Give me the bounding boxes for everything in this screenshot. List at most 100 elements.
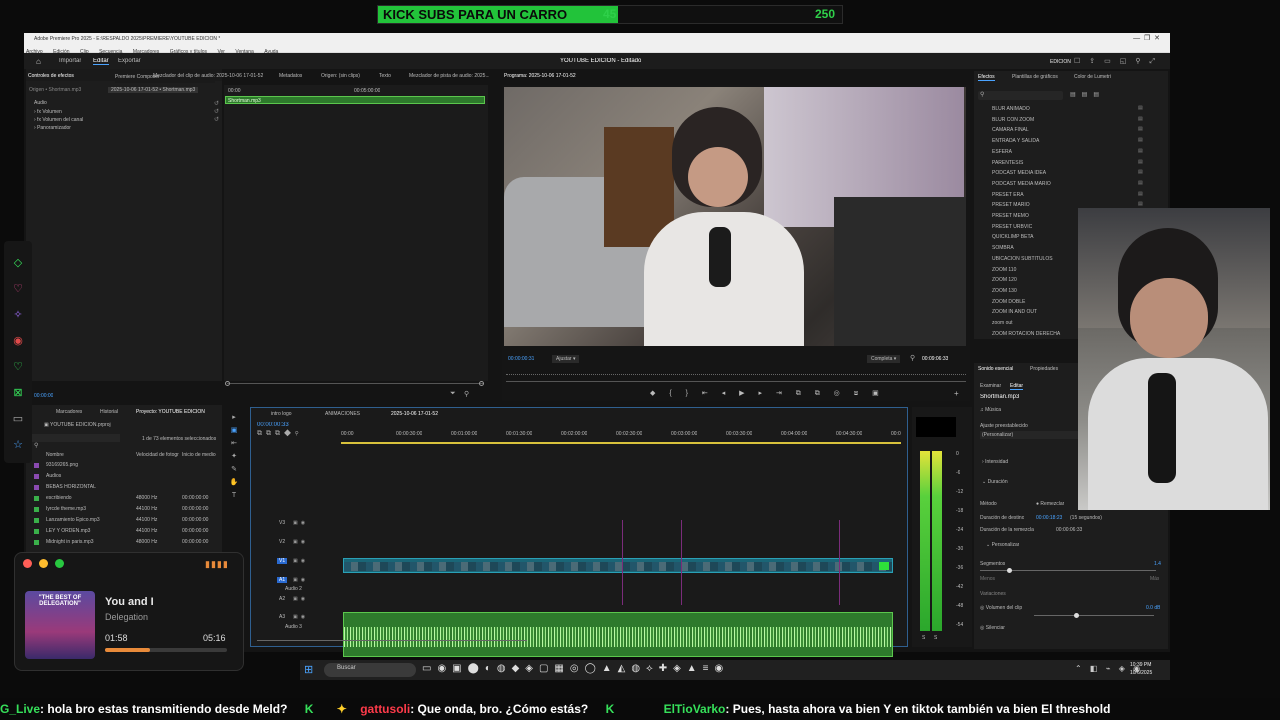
fit-dropdown[interactable]: Ajustar ▾ bbox=[552, 355, 580, 363]
track-toggle-icons[interactable]: ▣◉ bbox=[293, 558, 308, 564]
nav-import[interactable]: Importar bbox=[59, 58, 81, 64]
timeline-scrollbar[interactable] bbox=[257, 640, 527, 641]
col-fps[interactable]: Velocidad de fotogr bbox=[136, 452, 179, 458]
track-v2[interactable]: V2 bbox=[277, 539, 287, 545]
taskbar-search[interactable]: Buscar bbox=[324, 663, 416, 677]
fx-panner[interactable]: › Panoramizador bbox=[34, 125, 71, 131]
workspace-label[interactable]: EDICIÓN bbox=[1050, 59, 1071, 65]
solo-left[interactable]: S bbox=[922, 635, 925, 641]
table-row[interactable]: escribiendo 48000 Hz 00:00:00:00 bbox=[34, 494, 218, 504]
label-color-swatch[interactable] bbox=[34, 507, 39, 512]
audio-clip-bar[interactable]: Shortman.mp3 bbox=[225, 96, 485, 104]
target-value[interactable]: 00:00:18:23 bbox=[1036, 515, 1062, 521]
section-duration[interactable]: ⌄ Duración bbox=[982, 479, 1008, 485]
section-intensity[interactable]: › Intensidad bbox=[982, 459, 1008, 465]
method-remix[interactable]: ● Remezclar bbox=[1036, 501, 1064, 507]
preset-dropdown[interactable]: (Personalizar) bbox=[980, 431, 1080, 439]
filter-icon[interactable]: ⏷ bbox=[450, 390, 456, 398]
progress-bar[interactable] bbox=[105, 648, 227, 652]
table-row[interactable]: Audios bbox=[34, 472, 218, 482]
fx-channel-volume[interactable]: › fx Volumen del canal bbox=[34, 117, 83, 123]
clip-volume[interactable]: ◎ Volumen del clip bbox=[980, 605, 1022, 611]
table-row[interactable]: 93169265.png bbox=[34, 461, 218, 471]
track-v3[interactable]: V3 bbox=[277, 520, 287, 526]
window-controls[interactable]: — ❐ ✕ bbox=[1133, 34, 1160, 42]
program-ruler[interactable] bbox=[506, 370, 966, 375]
track-toggle-icons[interactable]: ▣◉ bbox=[293, 520, 308, 526]
tab-track-mixer[interactable]: Mezclador de pista de audio: 2025... bbox=[409, 73, 489, 79]
project-search[interactable]: ⚲ bbox=[32, 434, 120, 449]
video-clip-v1[interactable] bbox=[343, 558, 893, 573]
nav-edit[interactable]: Editar bbox=[93, 58, 109, 65]
v1-end-marker[interactable] bbox=[879, 562, 889, 570]
track-a2[interactable]: A2 bbox=[277, 596, 287, 602]
tab-effect-controls[interactable]: Controles de efectos bbox=[28, 73, 74, 79]
tab-lumetri[interactable]: Color de Lumetri bbox=[1074, 74, 1111, 80]
col-start[interactable]: Inicio de medio bbox=[182, 452, 216, 458]
preset-item[interactable]: PODCAST MEDIA MARIO bbox=[992, 180, 1162, 189]
segments-value[interactable]: 1.4 bbox=[1154, 561, 1161, 567]
col-name[interactable]: Nombre bbox=[46, 452, 64, 458]
preset-item[interactable]: ESFERA bbox=[992, 148, 1162, 157]
program-title[interactable]: Programa: 2025-10-06 17-01-52 bbox=[504, 73, 576, 79]
preset-item[interactable]: PRESET ERA bbox=[992, 191, 1162, 200]
label-color-swatch[interactable] bbox=[34, 496, 39, 501]
zoom-handle-right[interactable] bbox=[479, 381, 484, 386]
tab-animations[interactable]: ANIMACIONES bbox=[325, 411, 360, 417]
audio-clip-a3[interactable] bbox=[343, 612, 893, 657]
add-button-icon[interactable]: + bbox=[954, 389, 959, 398]
tab-sequence[interactable]: 2025-10-06 17-01-52 bbox=[391, 411, 438, 417]
preset-item[interactable]: BLUR ANIMADO bbox=[992, 105, 1162, 114]
solo-right[interactable]: S bbox=[934, 635, 937, 641]
home-icon[interactable]: ⌂ bbox=[36, 57, 41, 66]
reset-icons[interactable]: ↺ ↺ ↺ bbox=[214, 100, 220, 130]
effects-filter-icons[interactable]: ▤▤▤ bbox=[1070, 91, 1105, 98]
tab-properties[interactable]: Propiedades bbox=[1030, 366, 1058, 372]
taskbar-apps[interactable]: ▭◉▣⬤◐◍◆◈▢▦◎◯▲◭◍⟡✚◈▲≡◉ bbox=[422, 663, 729, 674]
mute-toggle[interactable]: ◎ Silenciar bbox=[980, 625, 1005, 631]
label-color-swatch[interactable] bbox=[34, 529, 39, 534]
source-timeline[interactable]: 00:00 00:05:00:00 Shortman.mp3 ⏷ ⚲ bbox=[224, 85, 488, 398]
track-v1[interactable]: V1 bbox=[277, 558, 288, 564]
tab-metadata[interactable]: Metadatos bbox=[279, 73, 302, 79]
sequence-label[interactable]: 2025-10-06 17-01-52 • Shortman.mp3 bbox=[108, 87, 199, 93]
preset-item[interactable]: PODCAST MEDIA IDEA bbox=[992, 169, 1162, 178]
tab-project[interactable]: Proyecto: YOUTUBE EDICION bbox=[136, 409, 205, 415]
track-toggle-icons[interactable]: ▣◉ bbox=[293, 596, 308, 602]
table-row[interactable]: Lanzamiento Épico.mp3 44100 Hz 00:00:00:00 bbox=[34, 516, 218, 526]
settings-wrench-icon[interactable]: ⚲ bbox=[910, 354, 915, 362]
volume-slider-handle[interactable] bbox=[1074, 613, 1079, 618]
label-color-swatch[interactable] bbox=[34, 474, 39, 479]
table-row[interactable]: Midnight in paris.mp3 48000 Hz 00:00:00:00 bbox=[34, 538, 218, 548]
table-row[interactable]: Iyrcde theme.mp3 44100 Hz 00:00:00:00 bbox=[34, 505, 218, 515]
tab-browse[interactable]: Examinar bbox=[980, 383, 1001, 389]
header-icons[interactable]: ☐⇪▭◱⚲⤢ bbox=[1074, 57, 1164, 66]
preset-item[interactable]: PARENTESIS bbox=[992, 159, 1162, 168]
preset-item[interactable]: CAMARA FINAL bbox=[992, 126, 1162, 135]
tab-history[interactable]: Historial bbox=[100, 409, 118, 415]
close-dot-icon[interactable] bbox=[23, 559, 32, 568]
program-scroll[interactable] bbox=[506, 381, 966, 382]
volume-slider[interactable] bbox=[1034, 615, 1154, 616]
tab-essential-sound[interactable]: Sonido esencial bbox=[978, 366, 1013, 372]
tab-source[interactable]: Origen: (sin clips) bbox=[321, 73, 360, 79]
track-toggle-icons[interactable]: ▣◉ bbox=[293, 577, 308, 583]
start-icon[interactable]: ⊞ bbox=[304, 663, 313, 676]
timeline-ruler[interactable]: 00:00 00:00:30:00 00:01:00:00 00:01:30:00 00… bbox=[341, 429, 901, 443]
table-row[interactable]: LEY Y ORDEN.mp3 44100 Hz 00:00:00:00 bbox=[34, 527, 218, 537]
tab-text[interactable]: Texto bbox=[379, 73, 391, 79]
fx-volume[interactable]: › fx Volumen bbox=[34, 109, 62, 115]
tab-clip-mixer[interactable]: Mezclador del clip de audio: 2025-10-06 … bbox=[153, 73, 263, 79]
tab-edit[interactable]: Editar bbox=[1010, 383, 1024, 390]
label-color-swatch[interactable] bbox=[34, 485, 39, 490]
track-toggle-icons[interactable]: ▣◉ bbox=[293, 614, 308, 620]
segments-slider-handle[interactable] bbox=[1007, 568, 1012, 573]
minimize-dot-icon[interactable] bbox=[39, 559, 48, 568]
label-color-swatch[interactable] bbox=[34, 518, 39, 523]
customize-section[interactable]: ⌄ Personalizar bbox=[986, 542, 1019, 548]
quality-dropdown[interactable]: Completa ▾ bbox=[867, 355, 901, 363]
tab-markers[interactable]: Marcadores bbox=[56, 409, 82, 415]
track-toggle-icons[interactable]: ▣◉ bbox=[293, 539, 308, 545]
preset-item[interactable]: ENTRADA Y SALIDA bbox=[992, 137, 1162, 146]
timeline-tool-icons[interactable]: ⧉⧉⧉◆⚲ bbox=[257, 430, 302, 438]
